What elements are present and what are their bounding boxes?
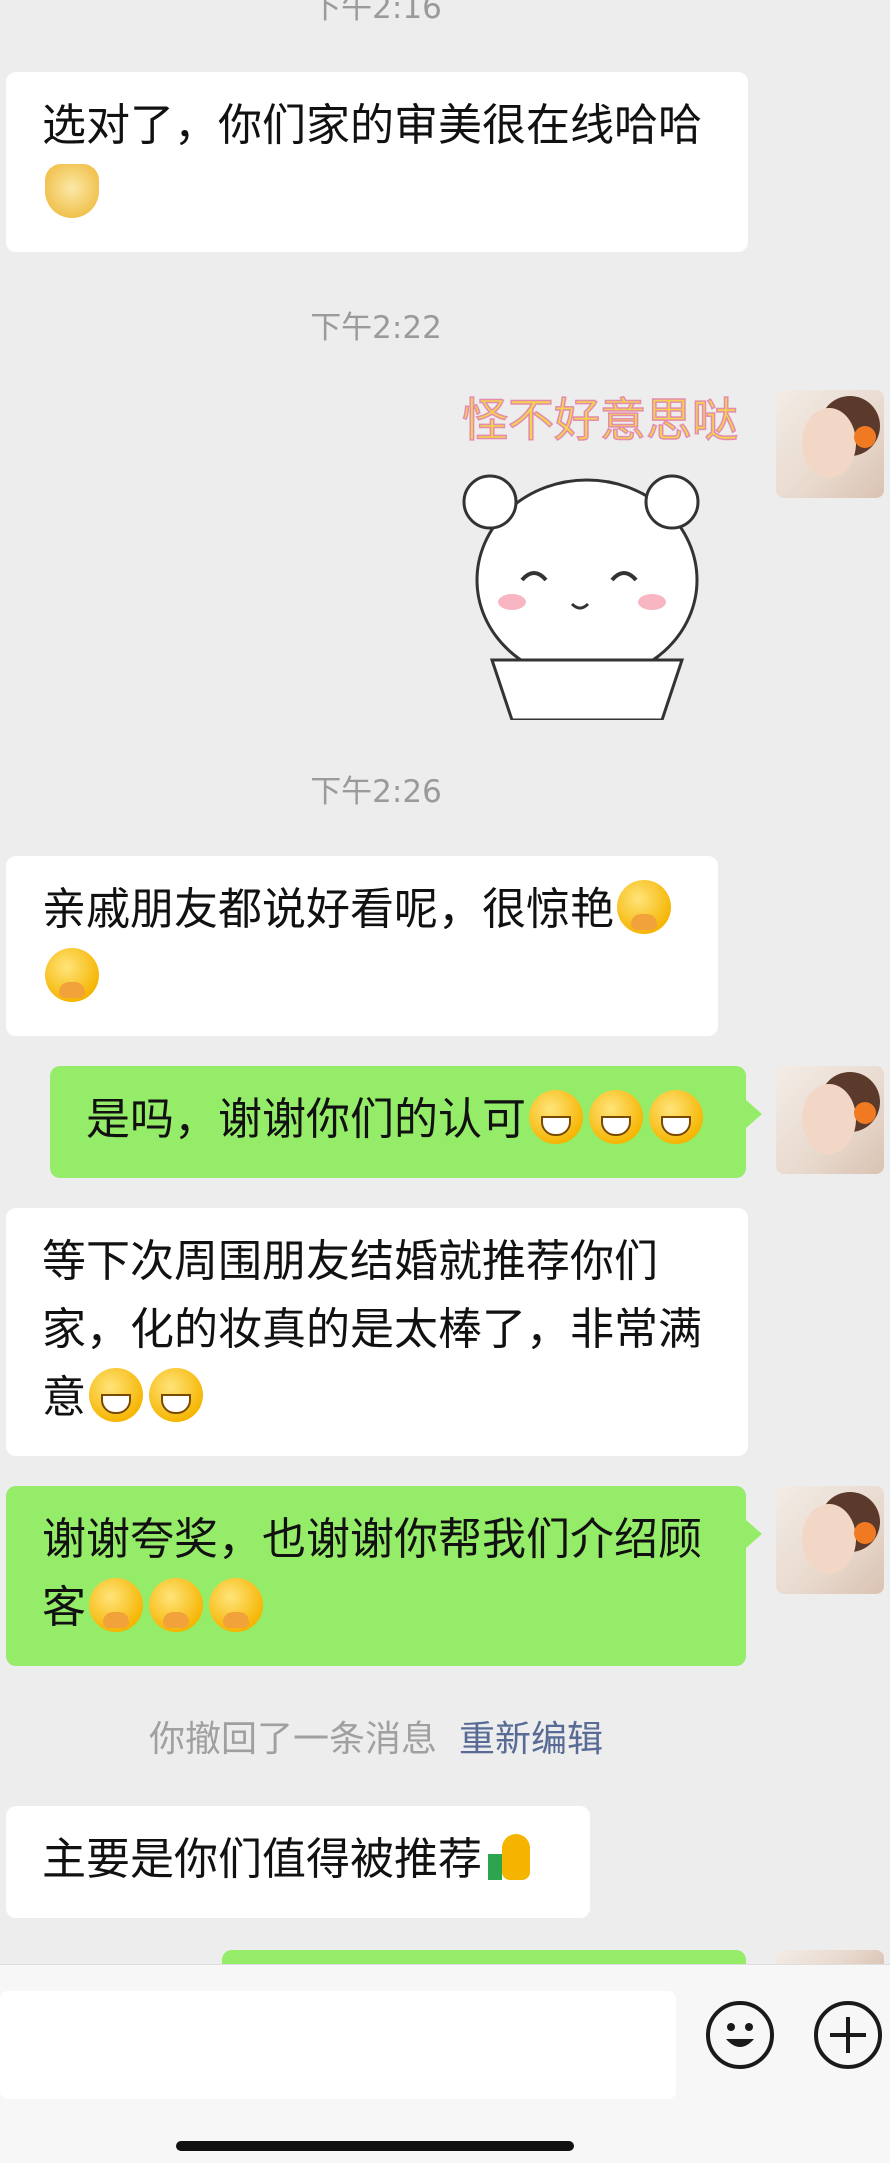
message-bubble-right[interactable]: 是吗，谢谢你们的认可 (50, 1066, 762, 1178)
message-bubble-left[interactable]: 主要是你们值得被推荐 (6, 1806, 590, 1918)
thumbs-up-icon (482, 1830, 536, 1884)
shy-emoji-icon (45, 948, 99, 1002)
hand-emoji-icon (89, 1578, 143, 1632)
timestamp: 下午2:22 (310, 310, 442, 346)
message-bubble-left[interactable]: 亲戚朋友都说好看呢，很惊艳 (6, 856, 718, 1036)
message-bubble-left[interactable]: 等下次周围朋友结婚就推荐你们家，化的妆真的是太棒了，非常满意 (6, 1208, 748, 1456)
avatar[interactable] (776, 390, 884, 498)
recall-text: 你撤回了一条消息 (148, 1719, 437, 1760)
shy-emoji-icon (617, 880, 671, 934)
laugh-emoji-icon (589, 1090, 643, 1144)
message-input[interactable] (0, 1991, 676, 2099)
grin-emoji-icon (89, 1368, 143, 1422)
cat-emoji-icon (45, 164, 99, 218)
timestamp: 下午2:26 (310, 774, 442, 810)
grin-emoji-icon (149, 1368, 203, 1422)
emoji-button-icon[interactable] (706, 2001, 774, 2069)
message-text: 主要是你们值得被推荐 (42, 1834, 482, 1885)
message-bubble-left[interactable]: 选对了，你们家的审美很在线哈哈 (6, 72, 748, 252)
avatar[interactable] (776, 1486, 884, 1594)
message-text: 是吗，谢谢你们的认可 (86, 1094, 526, 1145)
re-edit-link[interactable]: 重新编辑 (459, 1719, 603, 1760)
plus-button-icon[interactable] (814, 2001, 882, 2069)
hand-emoji-icon (209, 1578, 263, 1632)
input-bar (0, 1964, 890, 2163)
sticker-bear-icon[interactable]: 怪不好意思哒 (452, 390, 742, 720)
laugh-emoji-icon (649, 1090, 703, 1144)
recall-notice: 你撤回了一条消息 重新编辑 (0, 1710, 752, 1762)
message-text: 选对了，你们家的审美很在线哈哈 (42, 100, 702, 151)
message-text: 亲戚朋友都说好看呢，很惊艳 (42, 884, 614, 935)
message-bubble-right[interactable]: 谢谢夸奖，也谢谢你帮我们介绍顾客 (6, 1486, 762, 1666)
home-indicator (176, 2141, 574, 2151)
hand-emoji-icon (149, 1578, 203, 1632)
sticker-text: 怪不好意思哒 (462, 393, 738, 447)
laugh-emoji-icon (529, 1090, 583, 1144)
avatar[interactable] (776, 1066, 884, 1174)
timestamp: 下午2:16 (310, 0, 442, 26)
